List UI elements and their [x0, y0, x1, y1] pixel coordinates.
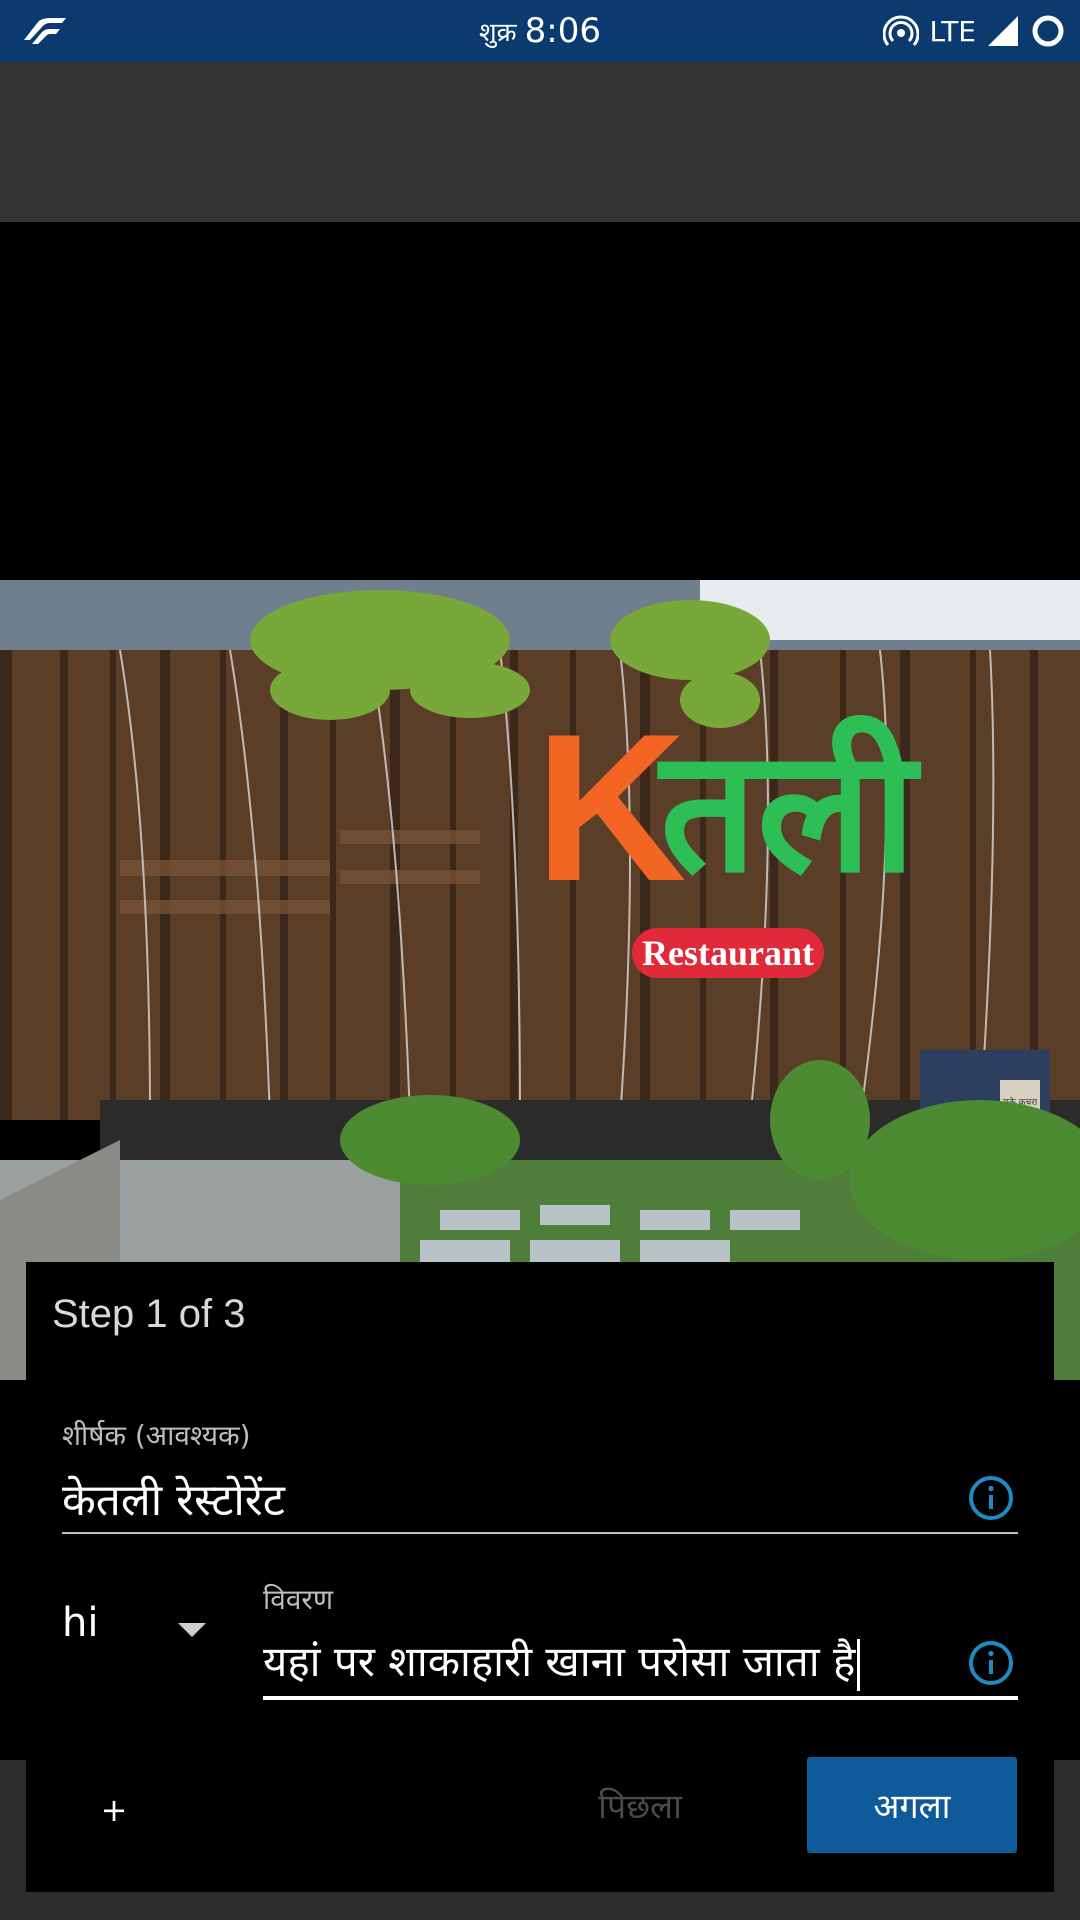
next-button[interactable]: अगला — [807, 1757, 1017, 1853]
description-field-label: विवरण — [263, 1583, 334, 1616]
network-type-label: LTE — [929, 14, 976, 48]
description-info-icon[interactable] — [968, 1640, 1014, 1686]
status-icons: LTE — [883, 0, 1066, 62]
description-input[interactable]: यहां पर शाकाहारी खाना परोसा जाता है — [263, 1632, 861, 1691]
title-info-icon[interactable] — [968, 1475, 1014, 1521]
add-description-button[interactable]: + — [94, 1790, 134, 1830]
status-bar: शुक्र 8:06 LTE — [0, 0, 1080, 62]
sign-hindi-text: तली — [657, 713, 922, 911]
title-input-underline — [62, 1532, 1018, 1534]
restaurant-photo: K तली Restaurant सुके कचरा — [0, 580, 1080, 1380]
battery-loading-icon — [1032, 15, 1064, 47]
hotspot-icon — [883, 15, 920, 46]
language-dropdown[interactable]: hi — [62, 1600, 98, 1646]
signal-icon — [988, 16, 1018, 46]
step-indicator: Step 1 of 3 — [52, 1292, 246, 1336]
status-time-value: 8:06 — [524, 11, 601, 51]
text-cursor — [857, 1638, 861, 1691]
previous-button[interactable]: पिछला — [560, 1760, 720, 1850]
description-input-text: यहां पर शाकाहारी खाना परोसा जाता है — [263, 1637, 856, 1686]
chevron-down-icon[interactable] — [178, 1623, 206, 1637]
description-input-underline — [263, 1696, 1018, 1700]
status-day: शुक्र — [478, 18, 517, 48]
title-field-label: शीर्षक (आवश्यक) — [62, 1419, 251, 1452]
top-grey-band — [0, 62, 1080, 222]
title-input[interactable]: केतली रेस्टोरेंट — [62, 1468, 285, 1528]
sign-restaurant-badge: Restaurant — [642, 933, 814, 973]
